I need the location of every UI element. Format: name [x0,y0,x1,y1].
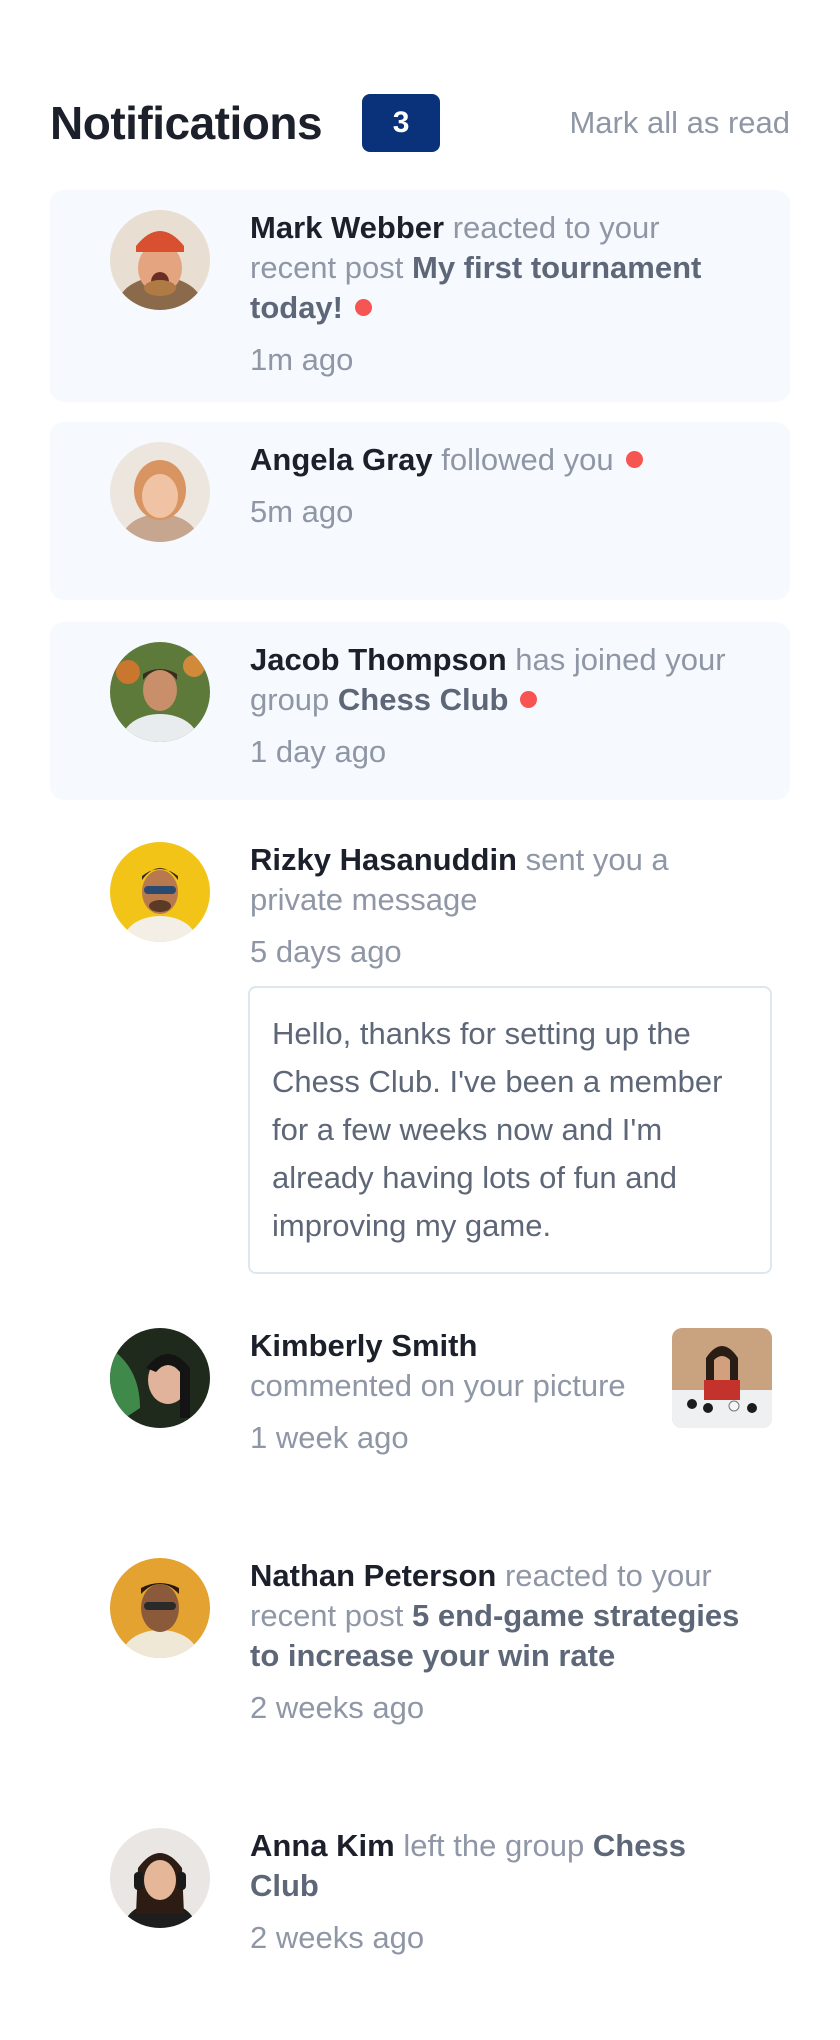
notifications-page: Notifications 3 Mark all as read Mark We… [0,0,840,2040]
avatar-anna-kim[interactable] [110,1828,210,1928]
notification-content: Anna Kim left the group Chess Club 2 wee… [250,1826,750,1958]
notification-action: commented on your picture [250,1368,626,1403]
avatar-mark-webber[interactable] [110,210,210,310]
notification-item[interactable]: Kimberly Smith commented on your picture… [50,1308,790,1516]
notification-time: 2 weeks ago [250,1920,425,1955]
mark-all-as-read-button[interactable]: Mark all as read [569,105,790,141]
notification-time: 5 days ago [250,934,402,969]
user-name[interactable]: Rizky Hasanuddin [250,842,517,877]
avatar-jacob-thompson[interactable] [110,642,210,742]
notification-item[interactable]: Rizky Hasanuddin sent you a private mess… [50,822,790,990]
notification-time: 2 weeks ago [250,1690,425,1725]
notification-action: left the group [403,1828,585,1863]
red-dot-icon [625,451,643,468]
red-dot-icon [355,299,372,316]
notification-content: Jacob Thompson has joined your group Che… [250,640,750,772]
group-link[interactable]: Chess Club [338,682,509,717]
notification-content: Kimberly Smith commented on your picture… [250,1326,630,1458]
avatar-angela-gray[interactable] [110,442,210,542]
notification-content: Angela Gray followed you 5m ago [250,440,750,532]
notification-time: 1m ago [250,342,354,377]
notification-content: Rizky Hasanuddin sent you a private mess… [250,840,750,972]
notifications-header: Notifications 3 Mark all as read [50,88,790,158]
user-name[interactable]: Angela Gray [250,442,433,477]
unread-count-badge: 3 [362,94,441,152]
notification-item[interactable]: Nathan Peterson reacted to your recent p… [50,1538,790,1786]
avatar-rizky-hasanuddin[interactable] [110,842,210,942]
user-name[interactable]: Nathan Peterson [250,1558,496,1593]
user-name[interactable]: Kimberly Smith [250,1328,477,1363]
notification-content: Nathan Peterson reacted to your recent p… [250,1556,750,1728]
notification-time: 1 week ago [250,1420,409,1455]
notification-time: 1 day ago [250,734,387,769]
notification-item[interactable]: Anna Kim left the group Chess Club 2 wee… [50,1808,790,1978]
page-title: Notifications [50,97,323,149]
notification-item[interactable]: Angela Gray followed you 5m ago [50,422,790,600]
avatar-kimberly-smith[interactable] [110,1328,210,1428]
notification-item[interactable]: Jacob Thompson has joined your group Che… [50,622,790,800]
notification-content: Mark Webber reacted to your recent post … [250,208,750,380]
avatar-nathan-peterson[interactable] [110,1558,210,1658]
user-name[interactable]: Mark Webber [250,210,444,245]
notification-time: 5m ago [250,494,354,529]
notification-item[interactable]: Mark Webber reacted to your recent post … [50,190,790,402]
private-message-text[interactable]: Hello, thanks for setting up the Chess C… [248,986,772,1274]
user-name[interactable]: Anna Kim [250,1828,395,1863]
user-name[interactable]: Jacob Thompson [250,642,507,677]
red-dot-icon [520,691,538,708]
notification-action: followed you [441,442,614,477]
commented-picture-thumbnail[interactable] [672,1328,772,1428]
